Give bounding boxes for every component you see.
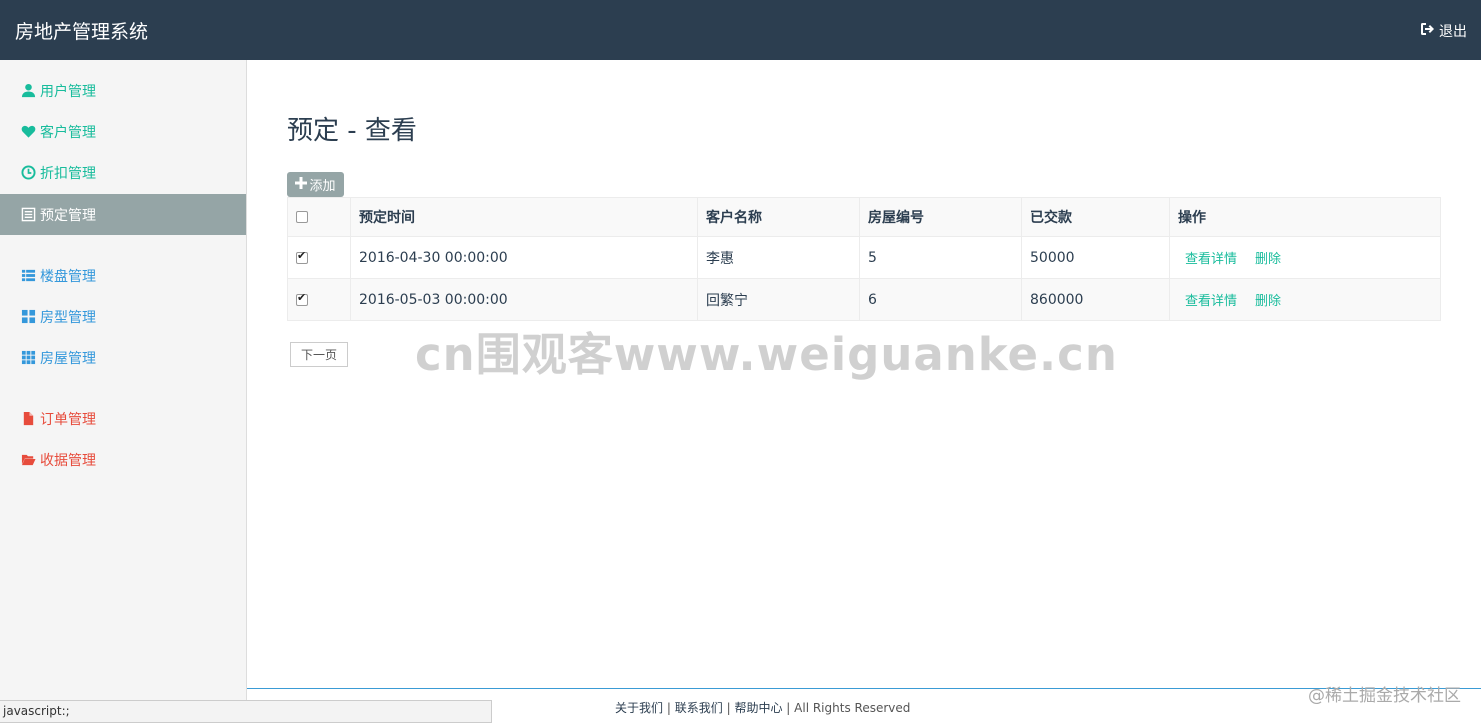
row-select-cell xyxy=(287,278,351,321)
add-button-label: 添加 xyxy=(309,178,336,193)
view-details-link[interactable]: 查看详情 xyxy=(1185,294,1237,309)
view-details-link[interactable]: 查看详情 xyxy=(1185,252,1237,267)
table-row: 2016-05-03 00:00:00 回繁宁 6 860000 查看详情 删除 xyxy=(287,278,1441,321)
sidebar-item-users[interactable]: 用户管理 xyxy=(0,70,246,111)
cell-house: 5 xyxy=(859,236,1022,279)
file-icon xyxy=(20,411,36,427)
logout-label: 退出 xyxy=(1439,24,1467,40)
top-navbar: 房地产管理系统 退出 xyxy=(0,0,1481,60)
th-list-icon xyxy=(20,268,36,284)
reservations-table: 预定时间 客户名称 房屋编号 已交款 操作 2016-04-30 00:00:0… xyxy=(287,197,1441,321)
footer-about-link[interactable]: 关于我们 xyxy=(615,701,663,715)
column-header-actions: 操作 xyxy=(1169,197,1441,237)
sidebar-item-customers[interactable]: 客户管理 xyxy=(0,111,246,152)
cell-paid: 860000 xyxy=(1021,278,1170,321)
folder-open-icon xyxy=(20,452,36,468)
sidebar-item-label: 订单管理 xyxy=(40,411,96,428)
footer-rights: All Rights Reserved xyxy=(794,701,911,715)
page-title: 预定 - 查看 xyxy=(287,116,417,146)
row-select-cell xyxy=(287,236,351,279)
sidebar-item-label: 折扣管理 xyxy=(40,165,96,182)
sidebar-item-receipts[interactable]: 收据管理 xyxy=(0,439,246,480)
th-large-icon xyxy=(20,309,36,325)
sidebar-item-label: 房屋管理 xyxy=(40,350,96,367)
footer-separator: | xyxy=(666,701,671,715)
app-title[interactable]: 房地产管理系统 xyxy=(15,17,148,44)
sidebar-item-buildings[interactable]: 楼盘管理 xyxy=(0,255,246,296)
cell-house: 6 xyxy=(859,278,1022,321)
user-icon xyxy=(20,83,36,99)
th-icon xyxy=(20,350,36,366)
clock-icon xyxy=(20,165,36,181)
heart-icon xyxy=(20,124,36,140)
footer-separator: | xyxy=(786,701,791,715)
sidebar-item-label: 收据管理 xyxy=(40,452,96,469)
footer-help-link[interactable]: 帮助中心 xyxy=(734,701,782,715)
cell-customer: 回繁宁 xyxy=(697,278,860,321)
cell-time: 2016-04-30 00:00:00 xyxy=(350,236,698,279)
table-row: 2016-04-30 00:00:00 李惠 5 50000 查看详情 删除 xyxy=(287,236,1441,279)
plus-icon xyxy=(295,177,308,192)
list-alt-icon xyxy=(20,207,36,223)
cell-customer: 李惠 xyxy=(697,236,860,279)
sidebar-item-houses[interactable]: 房屋管理 xyxy=(0,337,246,378)
column-header-paid[interactable]: 已交款 xyxy=(1021,197,1170,237)
next-page-button[interactable]: 下一页 xyxy=(290,342,348,367)
sidebar-item-label: 房型管理 xyxy=(40,309,96,326)
column-header-customer[interactable]: 客户名称 xyxy=(697,197,860,237)
juejin-watermark: @稀土掘金技术社区 xyxy=(1308,686,1461,706)
sidebar-item-reservations[interactable]: 预定管理 xyxy=(0,194,246,235)
browser-status-bar: javascript:; xyxy=(0,700,492,723)
cell-time: 2016-05-03 00:00:00 xyxy=(350,278,698,321)
logout-button[interactable]: 退出 xyxy=(1420,21,1467,41)
row-checkbox[interactable] xyxy=(296,291,308,306)
delete-link[interactable]: 删除 xyxy=(1255,252,1281,267)
watermark-text: cn围观客www.weiguanke.cn xyxy=(415,328,1118,381)
row-checkbox[interactable] xyxy=(296,249,308,264)
cell-actions: 查看详情 删除 xyxy=(1169,236,1441,279)
sidebar-item-label: 用户管理 xyxy=(40,83,96,100)
logout-icon xyxy=(1420,21,1436,41)
sidebar-item-discounts[interactable]: 折扣管理 xyxy=(0,152,246,193)
footer-links: 关于我们 | 联系我们 | 帮助中心 | All Rights Reserved xyxy=(615,699,910,716)
sidebar: 用户管理 客户管理 折扣管理 预定管理 楼盘管理 房型管理 房屋管理 订单管理 … xyxy=(0,60,247,723)
cell-paid: 50000 xyxy=(1021,236,1170,279)
sidebar-item-label: 预定管理 xyxy=(40,207,96,224)
footer-contact-link[interactable]: 联系我们 xyxy=(675,701,723,715)
delete-link[interactable]: 删除 xyxy=(1255,294,1281,309)
table-header-row: 预定时间 客户名称 房屋编号 已交款 操作 xyxy=(287,197,1441,237)
column-header-time[interactable]: 预定时间 xyxy=(350,197,698,237)
sidebar-item-house-types[interactable]: 房型管理 xyxy=(0,296,246,337)
sidebar-item-label: 客户管理 xyxy=(40,124,96,141)
select-all-cell xyxy=(287,197,351,237)
sidebar-item-label: 楼盘管理 xyxy=(40,268,96,285)
sidebar-item-orders[interactable]: 订单管理 xyxy=(0,398,246,439)
select-all-checkbox[interactable] xyxy=(296,211,308,223)
add-button[interactable]: 添加 xyxy=(287,172,344,197)
column-header-house[interactable]: 房屋编号 xyxy=(859,197,1022,237)
footer-separator: | xyxy=(726,701,731,715)
cell-actions: 查看详情 删除 xyxy=(1169,278,1441,321)
